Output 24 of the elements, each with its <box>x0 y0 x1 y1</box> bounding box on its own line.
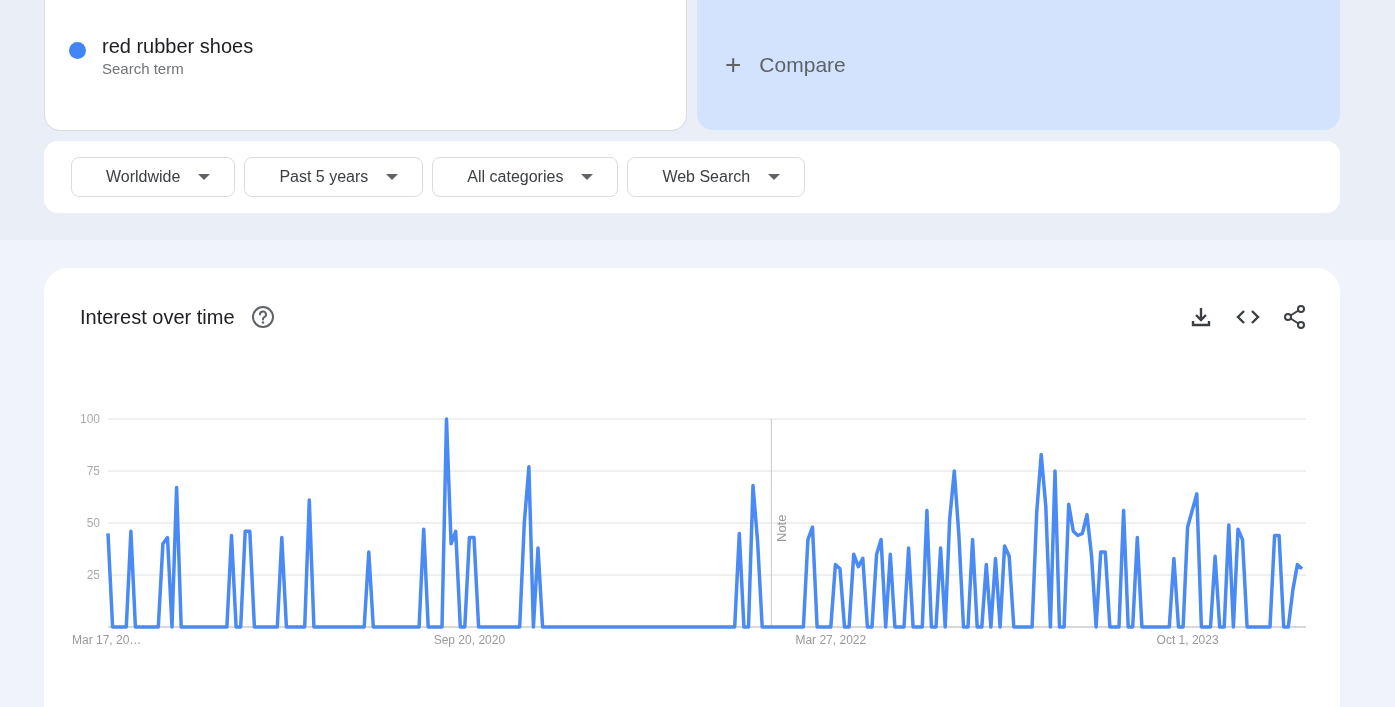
axis-label: Oct 1, 2023 <box>1156 633 1219 647</box>
help-icon[interactable] <box>250 305 275 329</box>
code-icon[interactable] <box>1236 309 1260 325</box>
dropdown-arrow-icon <box>386 174 399 180</box>
dropdown-arrow-icon <box>198 174 211 180</box>
axis-label: 100 <box>79 412 100 426</box>
axis-label: Mar 17, 20… <box>72 633 142 647</box>
axis-label: 75 <box>86 464 100 478</box>
axis-label: 50 <box>86 516 100 530</box>
download-icon[interactable] <box>1190 306 1212 328</box>
search-term: red rubber shoes <box>102 34 254 58</box>
filter-dropdown[interactable]: Worldwide <box>71 157 236 197</box>
filter-dropdown[interactable]: Past 5 years <box>244 157 424 197</box>
axis-label: Mar 27, 2022 <box>795 633 867 647</box>
compare-button[interactable]: + Compare <box>697 0 1340 130</box>
filter-dropdown[interactable]: Web Search <box>627 157 806 197</box>
dropdown-arrow-icon <box>768 174 781 180</box>
axis-label: 25 <box>86 568 100 582</box>
filter-dropdown[interactable]: All categories <box>432 157 619 197</box>
axis-label: Sep 20, 2020 <box>433 633 506 647</box>
search-term-subtitle: Search term <box>102 59 185 79</box>
card-title: Interest over time <box>80 305 235 330</box>
share-icon[interactable] <box>1284 305 1306 329</box>
dropdown-arrow-icon <box>581 174 594 180</box>
